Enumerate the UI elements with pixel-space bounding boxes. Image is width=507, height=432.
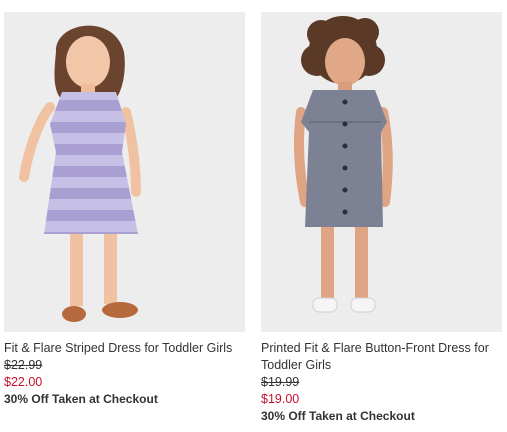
sale-price: $22.00 [4, 375, 43, 389]
toddler-girl-striped-dress-photo [4, 12, 245, 332]
promo-text: 30% Off Taken at Checkout [261, 409, 415, 423]
product-grid: Fit & Flare Striped Dress for Toddler Gi… [0, 0, 507, 432]
original-price: $22.99 [4, 358, 43, 372]
product-image[interactable] [4, 12, 245, 332]
product-info: Fit & Flare Striped Dress for Toddler Gi… [4, 332, 245, 408]
sale-price: $19.00 [261, 392, 300, 406]
product-title[interactable]: Fit & Flare Striped Dress for Toddler Gi… [4, 340, 245, 357]
product-card: Printed Fit & Flare Button-Front Dress f… [261, 12, 502, 425]
promo-text: 30% Off Taken at Checkout [4, 392, 158, 406]
original-price: $19.99 [261, 375, 300, 389]
product-image[interactable] [261, 12, 502, 332]
product-card: Fit & Flare Striped Dress for Toddler Gi… [4, 12, 245, 408]
product-info: Printed Fit & Flare Button-Front Dress f… [261, 332, 502, 425]
toddler-girl-button-front-dress-photo [261, 12, 502, 332]
product-title[interactable]: Printed Fit & Flare Button-Front Dress f… [261, 340, 502, 374]
